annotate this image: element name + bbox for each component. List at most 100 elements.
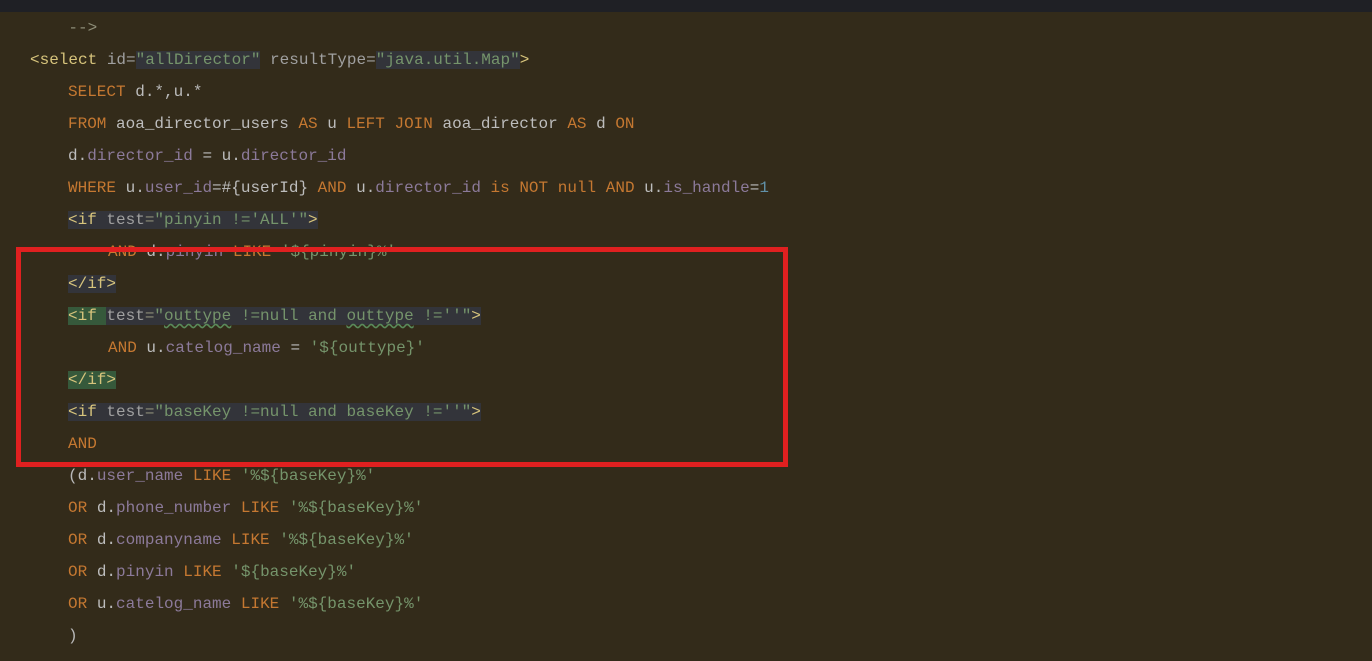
string: '%${baseKey}%': [241, 467, 375, 485]
ident: aoa_director_users: [116, 115, 298, 133]
punct: =: [366, 51, 376, 69]
tab-strip: [0, 0, 1372, 12]
string: '${baseKey}%': [231, 563, 356, 581]
ident: u: [327, 115, 346, 133]
column: user_id: [145, 179, 212, 197]
code-line: <select id="allDirector" resultType="jav…: [0, 44, 1372, 76]
string: '${pinyin}%': [281, 243, 396, 261]
punct: .*,: [145, 83, 174, 101]
ident: u: [356, 179, 366, 197]
string: '%${baseKey}%': [279, 531, 413, 549]
tag: </if>: [68, 275, 116, 293]
punct: .: [135, 179, 145, 197]
code-line: <if test="baseKey !=null and baseKey !='…: [0, 396, 1372, 428]
ident: u: [146, 339, 156, 357]
tag: <if: [68, 403, 106, 421]
sql-kw: ON: [615, 115, 634, 133]
ident: d: [97, 531, 107, 549]
code-line: OR d.companyname LIKE '%${baseKey}%': [0, 524, 1372, 556]
sql-kw: LIKE: [193, 467, 241, 485]
code-line: ): [0, 620, 1372, 652]
ident: d: [78, 467, 88, 485]
sql-kw: OR: [68, 563, 97, 581]
sql-kw: OR: [68, 595, 97, 613]
ident: u: [97, 595, 107, 613]
sql-kw: AND: [108, 243, 146, 261]
string: '%${baseKey}%': [289, 595, 423, 613]
column: user_name: [97, 467, 193, 485]
code-line: </if>: [0, 364, 1372, 396]
tag: >: [520, 51, 530, 69]
sql-kw: WHERE: [68, 179, 126, 197]
attr-value-warn: outtype: [164, 307, 231, 325]
sql-kw: is NOT null AND: [491, 179, 645, 197]
tag-gutter-new: </if>: [68, 371, 116, 389]
attr-name: test: [106, 307, 144, 325]
punct: .: [106, 563, 116, 581]
code-line: <if test="outtype !=null and outtype !='…: [0, 300, 1372, 332]
code-line: WHERE u.user_id=#{userId} AND u.director…: [0, 172, 1372, 204]
attr-name: id: [107, 51, 126, 69]
ident: u: [644, 179, 654, 197]
punct: =: [145, 307, 155, 325]
code-line: (d.user_name LIKE '%${baseKey}%': [0, 460, 1372, 492]
column: pinyin: [116, 563, 183, 581]
code-line: OR d.phone_number LIKE '%${baseKey}%': [0, 492, 1372, 524]
ident: aoa_director: [442, 115, 567, 133]
column: director_id: [241, 147, 347, 165]
attr-value: "pinyin !='ALL'": [154, 211, 308, 229]
ident: d: [97, 563, 107, 581]
code-line: <if test="pinyin !='ALL'">: [0, 204, 1372, 236]
code-editor[interactable]: --> <select id="allDirector" resultType=…: [0, 12, 1372, 652]
ident: u: [126, 179, 136, 197]
code-line: SELECT d.*,u.*: [0, 76, 1372, 108]
ident: d: [135, 83, 145, 101]
sql-kw: AND: [68, 435, 97, 453]
sql-kw: LEFT JOIN: [346, 115, 442, 133]
attr-value: !=''": [414, 307, 472, 325]
punct: .: [87, 467, 97, 485]
code-line: d.director_id = u.director_id: [0, 140, 1372, 172]
punct: .: [106, 531, 116, 549]
code-line: AND: [0, 428, 1372, 460]
comment: -->: [30, 19, 97, 37]
tag: >: [471, 307, 481, 325]
sql-kw: LIKE: [233, 243, 281, 261]
sql-kw: LIKE: [231, 531, 279, 549]
tag-gutter-new: <if: [68, 307, 106, 325]
punct: .: [156, 339, 166, 357]
column: is_handle: [663, 179, 749, 197]
punct: =: [126, 51, 136, 69]
ident: u: [222, 147, 232, 165]
ident: d: [146, 243, 156, 261]
code-line: </if>: [0, 268, 1372, 300]
punct: .*: [183, 83, 202, 101]
code-line: OR d.pinyin LIKE '${baseKey}%': [0, 556, 1372, 588]
punct: .: [106, 595, 116, 613]
punct: ): [68, 627, 78, 645]
sql-kw: AND: [318, 179, 356, 197]
op: =: [290, 339, 309, 357]
code-line: AND u.catelog_name = '${outtype}': [0, 332, 1372, 364]
punct: (: [68, 467, 78, 485]
column: catelog_name: [116, 595, 241, 613]
attr-value: !=null and: [231, 307, 346, 325]
punct: =: [145, 211, 155, 229]
op: =: [202, 147, 221, 165]
attr-name: test: [106, 403, 144, 421]
tag: <if: [68, 211, 106, 229]
sql-kw: AND: [108, 339, 146, 357]
sql-kw: AS: [298, 115, 327, 133]
column: companyname: [116, 531, 231, 549]
ident: u: [174, 83, 184, 101]
column: director_id: [375, 179, 490, 197]
sql-kw: SELECT: [68, 83, 135, 101]
text: =#{userId}: [212, 179, 318, 197]
sql-kw: FROM: [68, 115, 116, 133]
punct: .: [156, 243, 166, 261]
attr-value: "allDirector": [136, 51, 261, 69]
sql-kw: LIKE: [241, 499, 289, 517]
string: '${outtype}': [310, 339, 425, 357]
sql-kw: OR: [68, 531, 97, 549]
attr-value-warn: outtype: [346, 307, 413, 325]
